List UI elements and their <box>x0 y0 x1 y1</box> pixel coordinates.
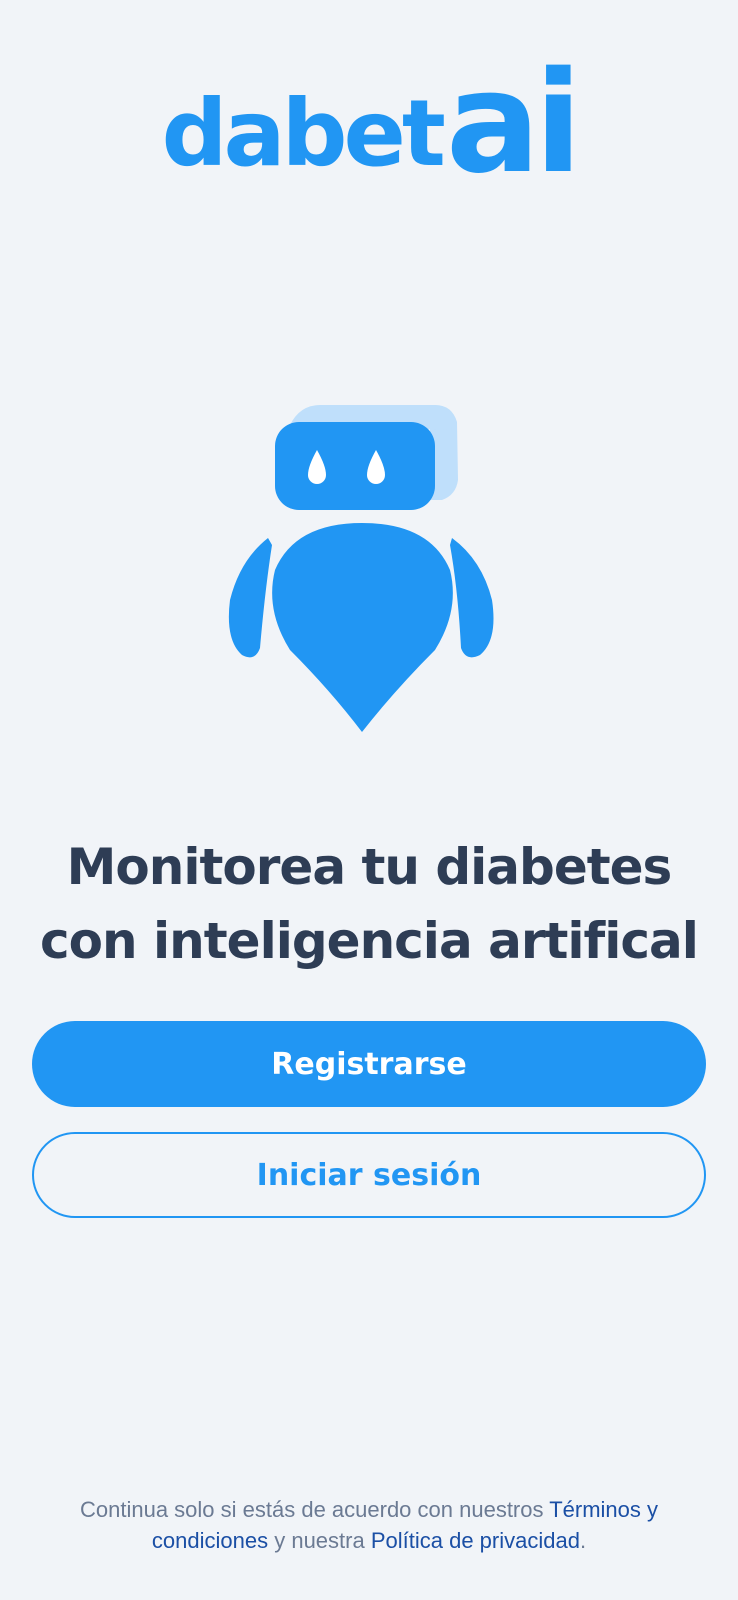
register-button[interactable]: Registrarse <box>32 1021 706 1107</box>
legal-suffix: . <box>579 1528 587 1553</box>
login-button-label: Iniciar sesión <box>256 1157 482 1193</box>
app-logo: dabet ai <box>0 40 738 205</box>
privacy-link[interactable]: Política de privacidad <box>371 1528 580 1553</box>
legal-notice: Continua solo si estás de acuerdo con nu… <box>30 1494 708 1556</box>
legal-middle: y nuestra <box>268 1528 371 1553</box>
welcome-screen: dabet ai Monitorea tu diabetes con intel… <box>0 0 738 1600</box>
legal-prefix: Continua solo si estás de acuerdo con nu… <box>79 1497 550 1522</box>
page-title: Monitorea tu diabetes con inteligencia a… <box>0 830 738 978</box>
headline-line-2: con inteligencia artifical <box>40 912 699 970</box>
headline-line-1: Monitorea tu diabetes <box>66 838 673 896</box>
logo-word: dabet <box>161 80 446 187</box>
login-button[interactable]: Iniciar sesión <box>32 1132 706 1218</box>
logo-accent: ai <box>445 42 582 205</box>
robot-drop-mascot-icon <box>228 405 494 732</box>
register-button-label: Registrarse <box>271 1046 467 1082</box>
